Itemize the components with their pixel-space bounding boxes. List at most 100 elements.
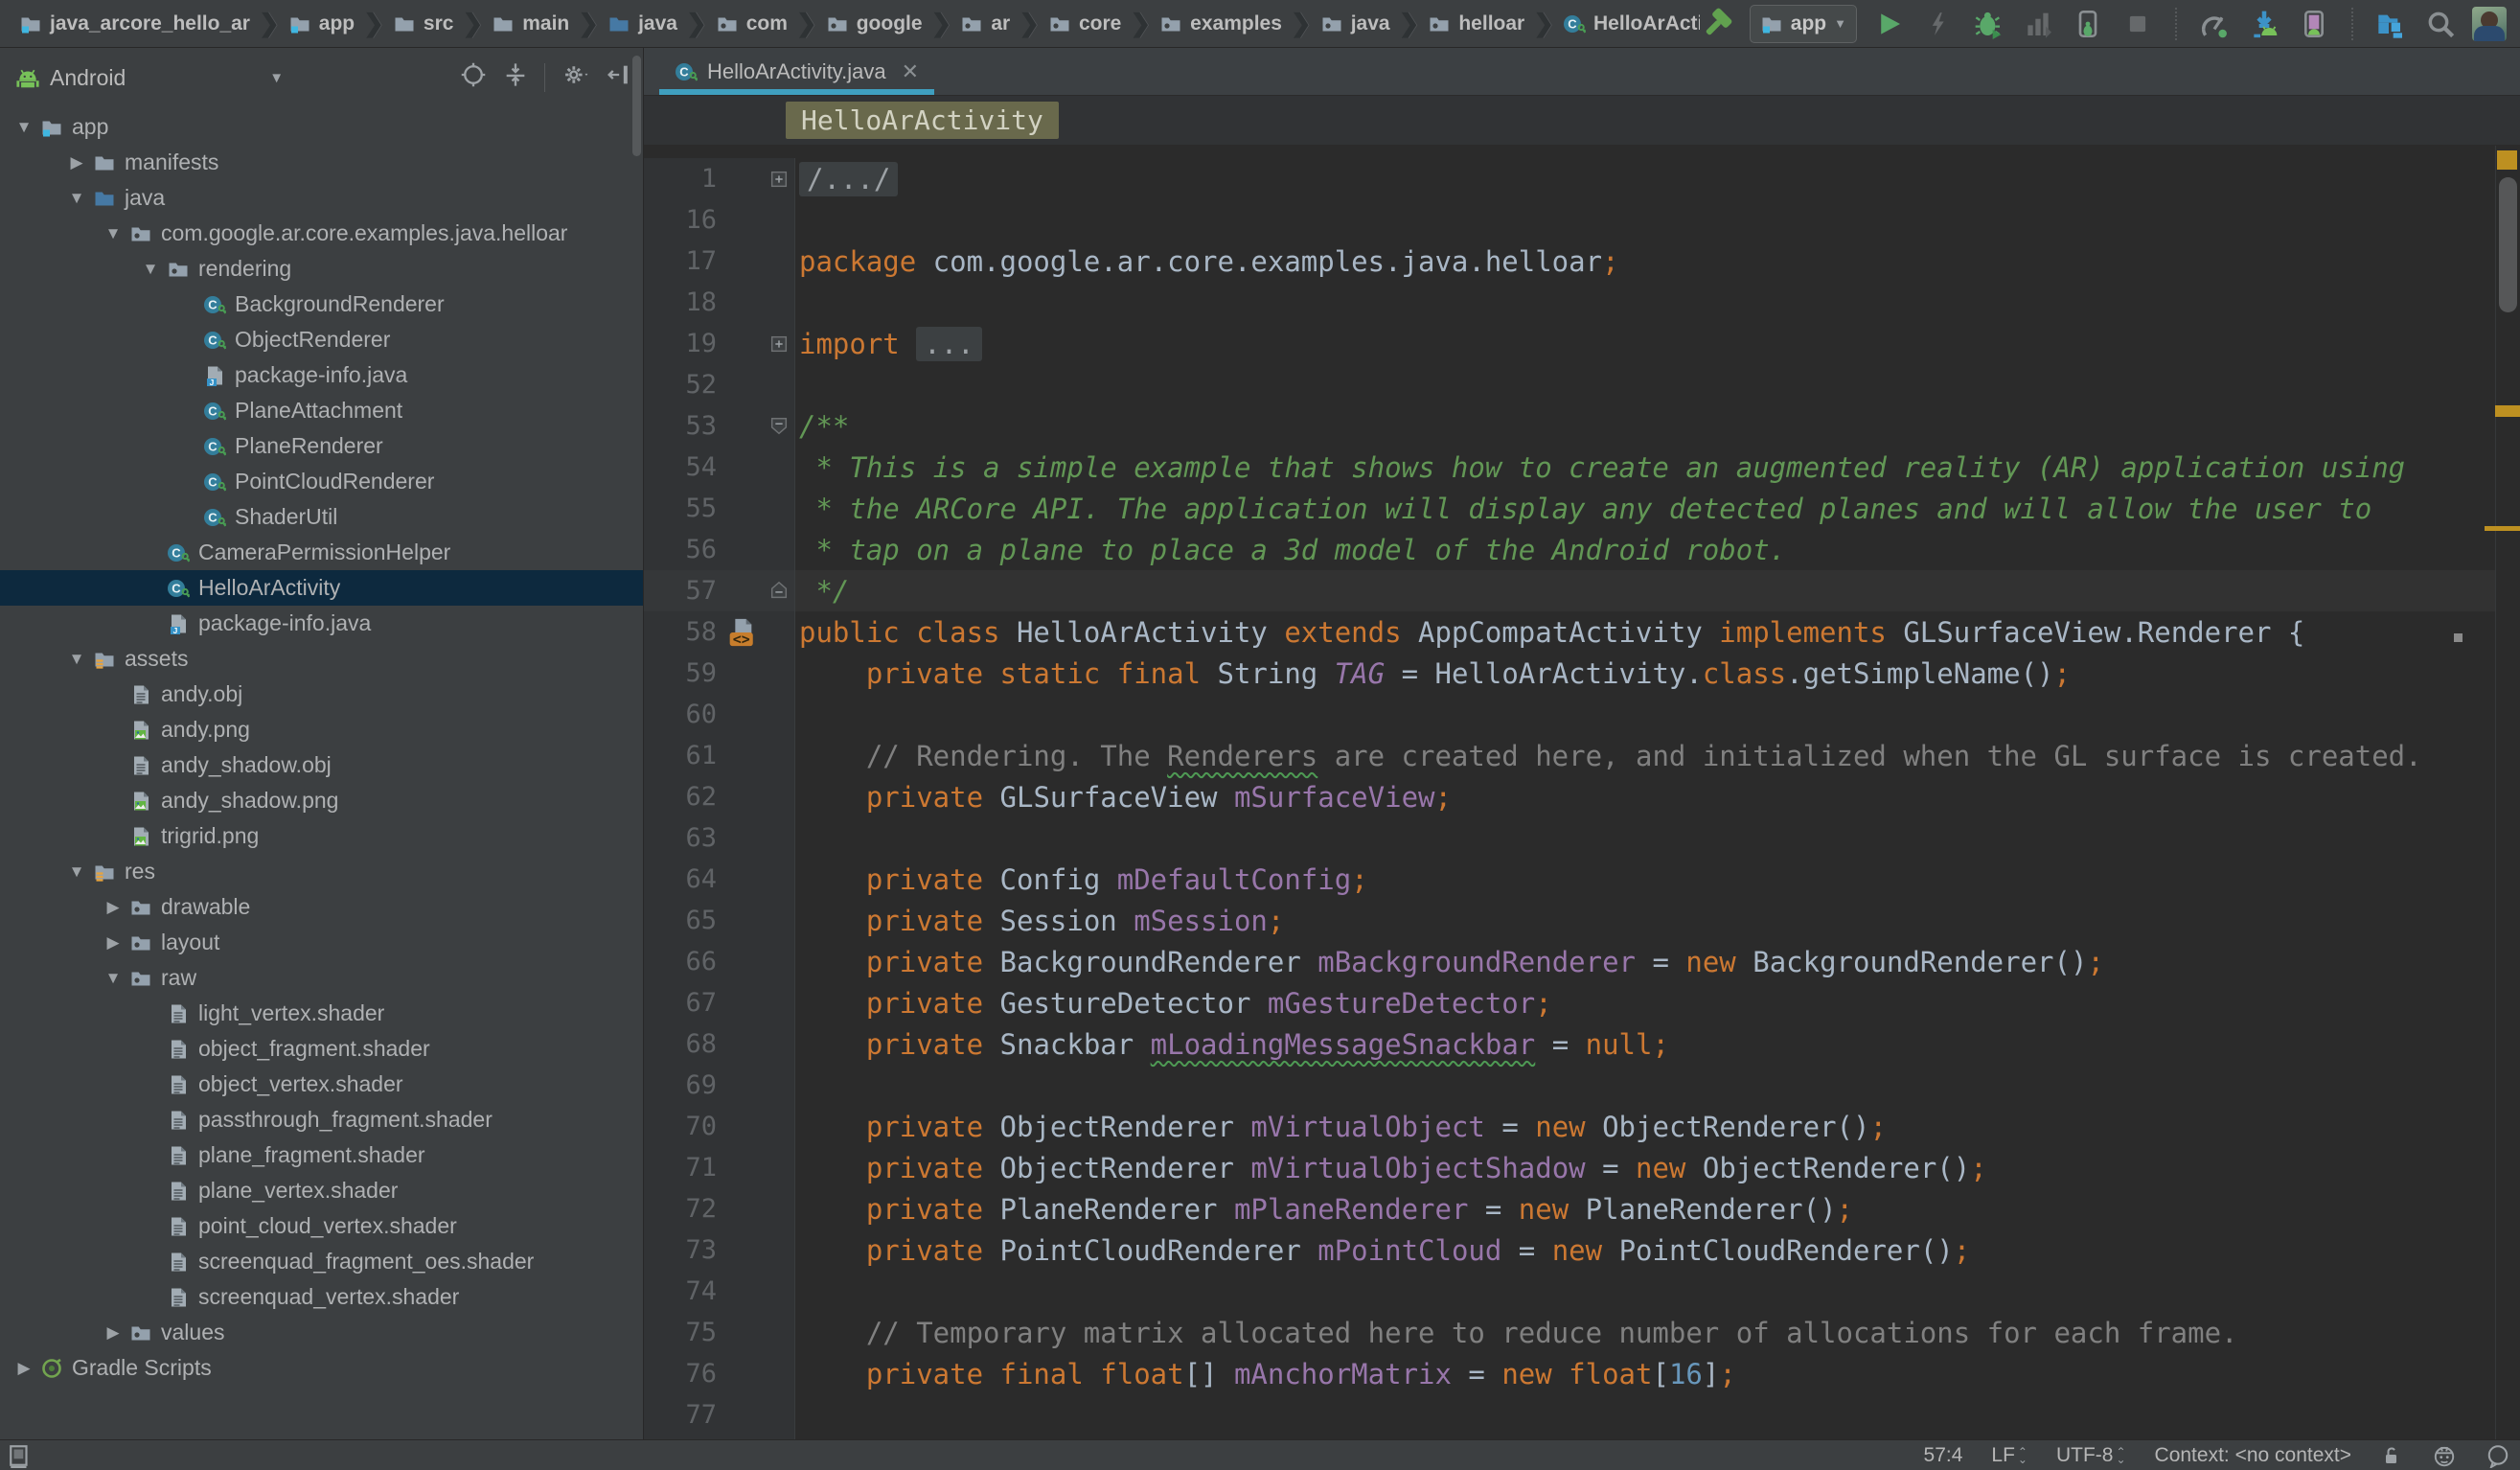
tree-item-raw[interactable]: ▼raw (0, 960, 643, 996)
line-separator-widget[interactable]: LF⌃⌄ (1991, 1444, 2027, 1467)
breadcrumb-item[interactable]: src (393, 12, 454, 35)
tree-item-point-cloud-vertex-shader[interactable]: point_cloud_vertex.shader (0, 1208, 643, 1244)
tree-item-plane-fragment-shader[interactable]: plane_fragment.shader (0, 1137, 643, 1173)
device-file-explorer-button[interactable] (2372, 6, 2409, 42)
stop-square-button[interactable] (2119, 6, 2156, 42)
warning-stripe-marker[interactable] (2485, 526, 2520, 531)
code-line-75[interactable]: 75 // Temporary matrix allocated here to… (644, 1312, 2495, 1353)
context-widget[interactable]: Context: <no context> (2155, 1444, 2351, 1467)
tree-item-values[interactable]: ▶values (0, 1315, 643, 1350)
tree-item-layout[interactable]: ▶layout (0, 925, 643, 960)
stripe-marker[interactable] (2454, 633, 2463, 642)
code-line-18[interactable]: 18 (644, 282, 2495, 323)
editor-scrollbar-thumb[interactable] (2499, 177, 2517, 312)
tree-item-camerapermissionhelper[interactable]: CCameraPermissionHelper (0, 535, 643, 570)
tree-item-res[interactable]: ▼res (0, 854, 643, 889)
tree-item-andy-shadow-obj[interactable]: andy_shadow.obj (0, 747, 643, 783)
tree-item-object-vertex-shader[interactable]: object_vertex.shader (0, 1067, 643, 1102)
tree-item-light-vertex-shader[interactable]: light_vertex.shader (0, 996, 643, 1031)
error-stripe[interactable] (2495, 146, 2520, 1439)
tree-expand-arrow-icon[interactable]: ▼ (8, 118, 40, 137)
code-line-62[interactable]: 62 private GLSurfaceView mSurfaceView; (644, 776, 2495, 817)
code-line-57[interactable]: 57 */ (644, 570, 2495, 611)
close-icon[interactable]: ✕ (902, 59, 919, 84)
warning-stripe-marker[interactable] (2495, 405, 2520, 417)
collapse-all-button[interactable] (502, 61, 529, 94)
hide-panel-button[interactable] (605, 61, 631, 94)
tree-item-trigrid-png[interactable]: trigrid.png (0, 818, 643, 854)
tree-expand-arrow-icon[interactable]: ▼ (97, 969, 129, 988)
code-line-53[interactable]: 53/** (644, 405, 2495, 447)
profile-bars-button[interactable] (2020, 6, 2056, 42)
code-line-72[interactable]: 72 private PlaneRenderer mPlaneRenderer … (644, 1188, 2495, 1229)
avd-manager-phone-button[interactable] (2296, 6, 2332, 42)
attach-debugger-phone-button[interactable] (2070, 6, 2106, 42)
breadcrumb-item[interactable]: java_arcore_hello_ar (19, 12, 250, 35)
layout-related-gutter[interactable]: <> (717, 616, 765, 649)
breadcrumb-class-chip[interactable]: HelloArActivity (786, 102, 1059, 139)
locate-target-button[interactable] (460, 61, 487, 94)
fold-marker[interactable] (765, 416, 793, 437)
code-line-17[interactable]: 17package com.google.ar.core.examples.ja… (644, 241, 2495, 282)
search-everywhere-button[interactable] (2422, 6, 2459, 42)
tree-item-java[interactable]: ▼java (0, 180, 643, 216)
fold-marker[interactable] (765, 581, 793, 602)
tree-item-passthrough-fragment-shader[interactable]: passthrough_fragment.shader (0, 1102, 643, 1137)
breadcrumb-item[interactable]: CHelloArActivity (1563, 12, 1700, 35)
tree-item-shaderutil[interactable]: CShaderUtil (0, 499, 643, 535)
tree-item-plane-vertex-shader[interactable]: plane_vertex.shader (0, 1173, 643, 1208)
code-line-68[interactable]: 68 private Snackbar mLoadingMessageSnack… (644, 1023, 2495, 1065)
code-line-69[interactable]: 69 (644, 1065, 2495, 1106)
tree-item-package-info-java[interactable]: Jpackage-info.java (0, 606, 643, 641)
tree-item-planeattachment[interactable]: CPlaneAttachment (0, 393, 643, 428)
code-line-66[interactable]: 66 private BackgroundRenderer mBackgroun… (644, 941, 2495, 982)
instant-run-lightning-button[interactable] (1920, 6, 1957, 42)
build-hammer-button[interactable] (1700, 6, 1736, 42)
tree-item-helloaractivity[interactable]: CHelloArActivity (0, 570, 643, 606)
code-line-60[interactable]: 60 (644, 694, 2495, 735)
tree-expand-arrow-icon[interactable]: ▼ (60, 189, 93, 208)
code-line-58[interactable]: 58<>public class HelloArActivity extends… (644, 611, 2495, 653)
tree-item-drawable[interactable]: ▶drawable (0, 889, 643, 925)
tree-expand-arrow-icon[interactable]: ▶ (97, 1323, 129, 1343)
tree-item-app[interactable]: ▼app (0, 109, 643, 145)
tab-helloaractivity[interactable]: C HelloArActivity.java ✕ (659, 48, 934, 95)
breadcrumb-item[interactable]: core (1048, 12, 1121, 35)
sdk-manager-download-button[interactable] (2246, 6, 2282, 42)
code-line-64[interactable]: 64 private Config mDefaultConfig; (644, 859, 2495, 900)
code-line-54[interactable]: 54 * This is a simple example that shows… (644, 447, 2495, 488)
breadcrumb-item[interactable]: google (826, 12, 923, 35)
ide-fatal-errors-icon[interactable] (2432, 1443, 2457, 1468)
encoding-widget[interactable]: UTF-8⌃⌄ (2056, 1444, 2126, 1467)
tree-expand-arrow-icon[interactable]: ▼ (60, 650, 93, 669)
code-line-71[interactable]: 71 private ObjectRenderer mVirtualObject… (644, 1147, 2495, 1188)
code-line-16[interactable]: 16 (644, 199, 2495, 241)
tree-item-andy-png[interactable]: andy.png (0, 712, 643, 747)
chevron-down-icon[interactable]: ▼ (269, 70, 284, 86)
event-log-icon[interactable] (2486, 1443, 2510, 1468)
tree-item-rendering[interactable]: ▼rendering (0, 251, 643, 287)
code-line-55[interactable]: 55 * the ARCore API. The application wil… (644, 488, 2495, 529)
tree-item-object-fragment-shader[interactable]: object_fragment.shader (0, 1031, 643, 1067)
tree-item-objectrenderer[interactable]: CObjectRenderer (0, 322, 643, 357)
tree-item-backgroundrenderer[interactable]: CBackgroundRenderer (0, 287, 643, 322)
inspections-status-marker[interactable] (2497, 150, 2517, 170)
code-line-73[interactable]: 73 private PointCloudRenderer mPointClou… (644, 1229, 2495, 1271)
tree-expand-arrow-icon[interactable]: ▶ (60, 153, 93, 172)
tree-item-planerenderer[interactable]: CPlaneRenderer (0, 428, 643, 464)
code-line-19[interactable]: 19import ... (644, 323, 2495, 364)
code-line-70[interactable]: 70 private ObjectRenderer mVirtualObject… (644, 1106, 2495, 1147)
code-line-74[interactable]: 74 (644, 1271, 2495, 1312)
breadcrumb-item[interactable]: app (288, 12, 355, 35)
tree-scrollbar[interactable] (632, 56, 641, 156)
breadcrumb-item[interactable]: java (607, 12, 677, 35)
breadcrumb-item[interactable]: main (492, 12, 569, 35)
tree-expand-arrow-icon[interactable]: ▼ (134, 260, 167, 279)
tree-expand-arrow-icon[interactable]: ▶ (97, 933, 129, 953)
fold-marker[interactable] (765, 333, 793, 355)
code-line-77[interactable]: 77 (644, 1394, 2495, 1436)
profiler-gauge-button[interactable] (2196, 6, 2233, 42)
tree-item-pointcloudrenderer[interactable]: CPointCloudRenderer (0, 464, 643, 499)
tree-expand-arrow-icon[interactable]: ▼ (60, 862, 93, 882)
tree-expand-arrow-icon[interactable]: ▶ (8, 1359, 40, 1378)
